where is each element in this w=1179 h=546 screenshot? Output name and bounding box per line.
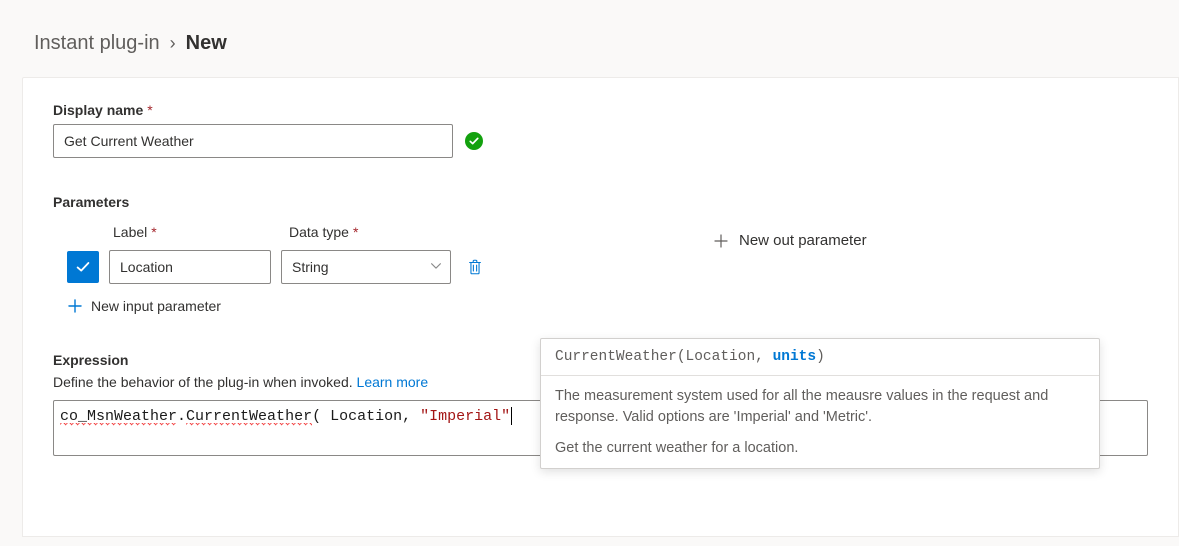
parameter-label-input[interactable] [109, 250, 271, 284]
new-out-parameter-button[interactable]: New out parameter [713, 232, 867, 249]
parameter-headers: Label* Data type* [113, 224, 1148, 240]
new-input-parameter-button[interactable]: New input parameter [67, 298, 1148, 314]
parameter-row [67, 250, 1148, 284]
param-description: The measurement system used for all the … [541, 376, 1099, 436]
valid-check-icon [465, 132, 483, 150]
breadcrumb-current: New [186, 32, 227, 55]
breadcrumb-separator: › [170, 33, 176, 54]
text-caret [511, 407, 512, 425]
breadcrumb-parent[interactable]: Instant plug-in [34, 32, 160, 55]
current-param: units [773, 349, 817, 365]
breadcrumb: Instant plug-in › New [0, 0, 1179, 55]
delete-parameter-button[interactable] [461, 253, 489, 281]
expr-string: "Imperial" [420, 408, 510, 425]
plus-icon [67, 298, 83, 314]
parameter-checkbox[interactable] [67, 251, 99, 283]
plus-icon [713, 233, 729, 249]
learn-more-link[interactable]: Learn more [357, 374, 429, 390]
parameter-type-select[interactable] [281, 250, 451, 284]
function-description: Get the current weather for a location. [541, 436, 1099, 468]
required-asterisk: * [147, 102, 152, 118]
expr-function: CurrentWeather [186, 408, 312, 426]
trash-icon [466, 258, 484, 276]
intellisense-tooltip: CurrentWeather(Location, units) The meas… [540, 338, 1100, 469]
display-name-label: Display name* [53, 102, 1148, 118]
parameter-type-value[interactable] [281, 250, 451, 284]
signature-line: CurrentWeather(Location, units) [541, 339, 1099, 376]
expr-arg1: Location [330, 408, 402, 425]
label-column-header: Label* [113, 224, 285, 240]
parameters-title: Parameters [53, 194, 1148, 210]
datatype-column-header: Data type* [289, 224, 459, 240]
display-name-input[interactable] [53, 124, 453, 158]
expr-namespace: co_MsnWeather [60, 408, 177, 426]
